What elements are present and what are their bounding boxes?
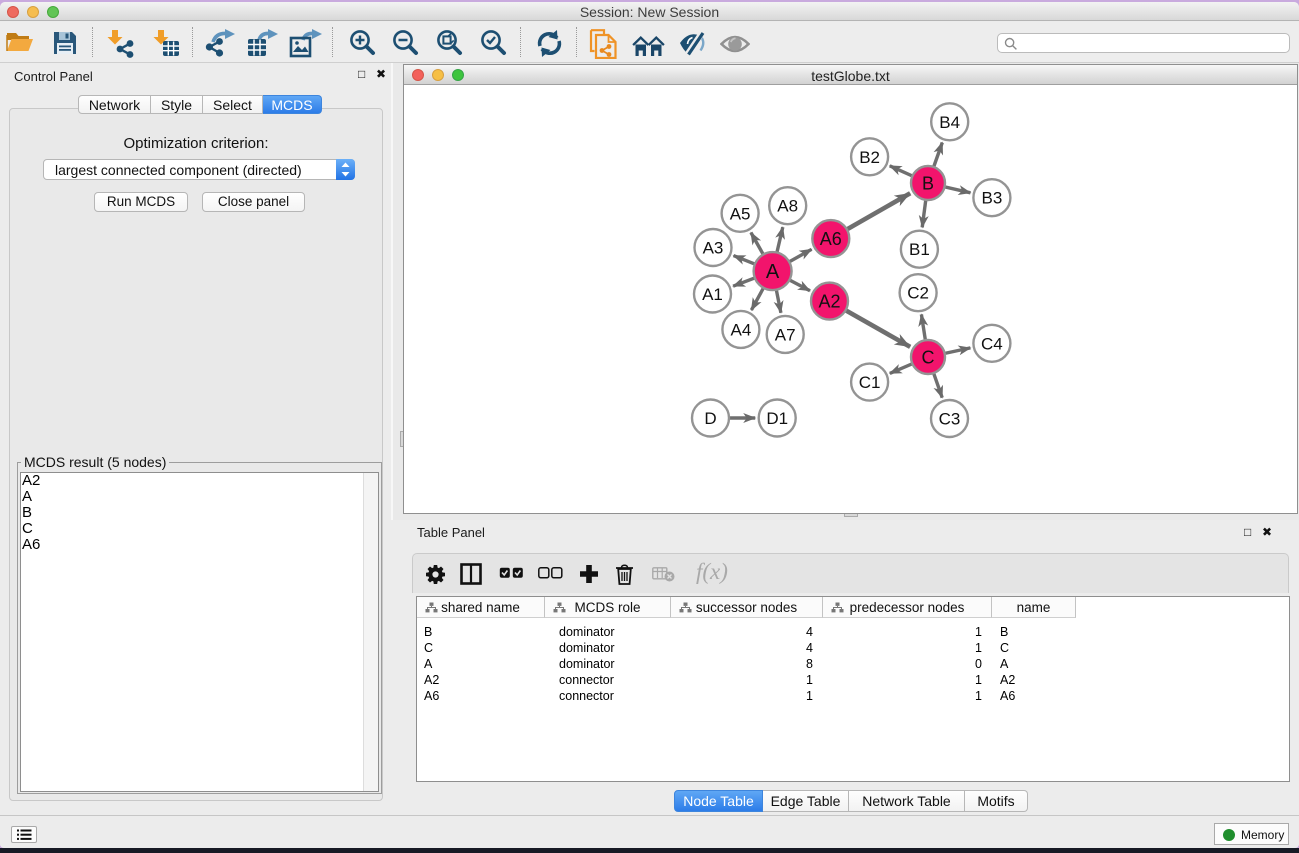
svg-text:A1: A1 bbox=[702, 285, 723, 304]
svg-text:A8: A8 bbox=[777, 197, 798, 216]
svg-text:B4: B4 bbox=[939, 113, 960, 132]
svg-text:C3: C3 bbox=[939, 410, 961, 429]
svg-text:A3: A3 bbox=[703, 239, 724, 258]
svg-text:A5: A5 bbox=[730, 204, 751, 223]
svg-text:B2: B2 bbox=[859, 148, 880, 167]
svg-text:C1: C1 bbox=[859, 373, 881, 392]
svg-text:C4: C4 bbox=[981, 334, 1003, 353]
svg-text:A6: A6 bbox=[820, 229, 842, 249]
svg-text:A4: A4 bbox=[731, 320, 752, 339]
svg-text:A7: A7 bbox=[775, 325, 796, 344]
svg-text:A: A bbox=[766, 261, 780, 283]
svg-text:C2: C2 bbox=[907, 284, 929, 303]
svg-text:A2: A2 bbox=[818, 292, 840, 312]
svg-text:B3: B3 bbox=[982, 189, 1003, 208]
svg-text:B: B bbox=[922, 174, 934, 194]
svg-text:C: C bbox=[922, 348, 935, 368]
svg-text:D1: D1 bbox=[766, 409, 788, 428]
svg-text:D: D bbox=[704, 409, 716, 428]
svg-text:B1: B1 bbox=[909, 240, 930, 259]
